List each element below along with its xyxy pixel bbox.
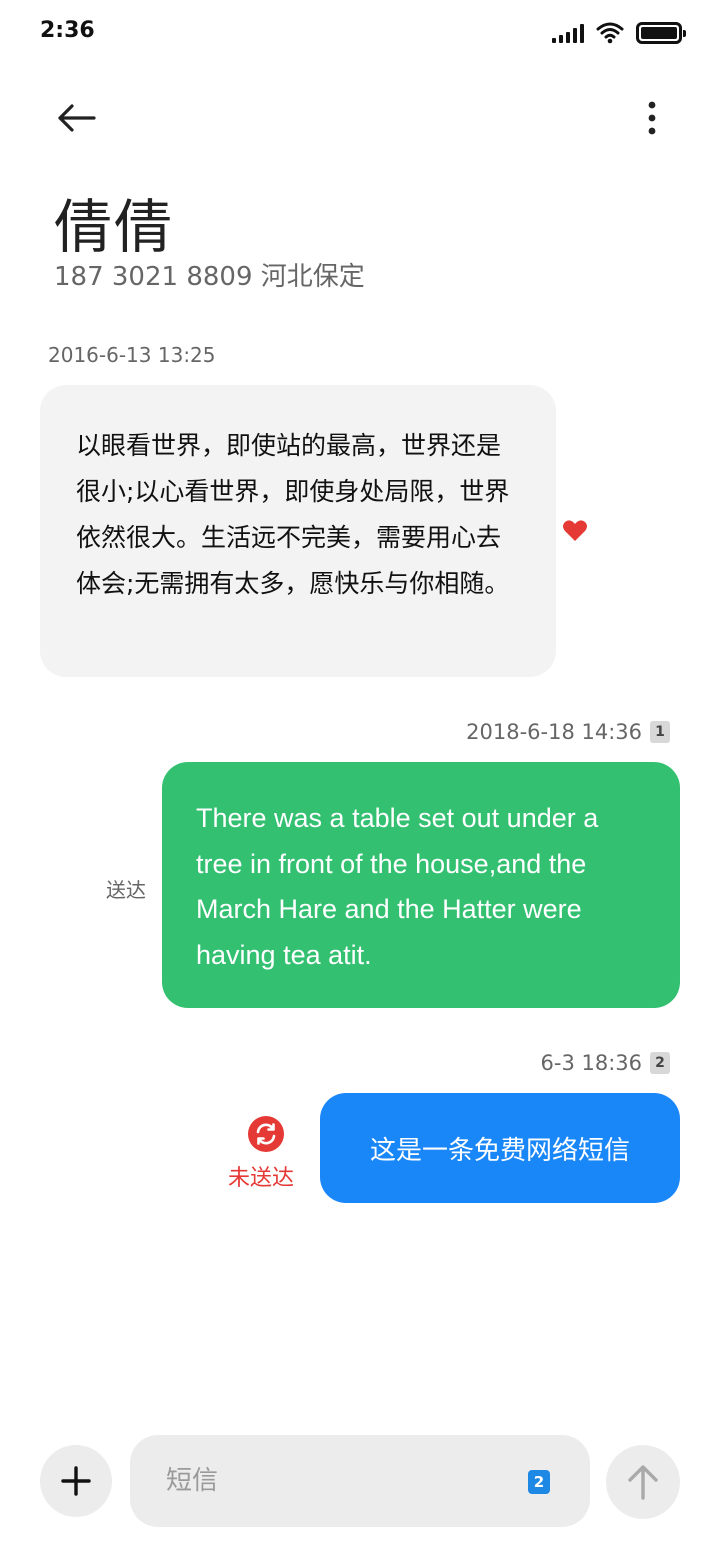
outgoing-message-bubble[interactable]: There was a table set out under a tree i… bbox=[162, 762, 680, 1008]
wifi-icon bbox=[596, 22, 624, 44]
add-attachment-button[interactable] bbox=[40, 1445, 112, 1517]
contact-name: 倩倩 bbox=[54, 193, 175, 261]
arrow-left-icon bbox=[58, 104, 96, 132]
sim-badge: 1 bbox=[650, 721, 670, 743]
message-text: 以眼看世界，即使站的最高，世界还是很小;以心看世界，即使身处局限，世界依然很大。… bbox=[76, 431, 510, 598]
sim-badge: 2 bbox=[650, 1052, 670, 1074]
heart-icon bbox=[563, 520, 587, 541]
delivery-failed-status: 未送达 bbox=[228, 1166, 295, 1191]
message-input[interactable] bbox=[166, 1457, 496, 1505]
more-options-button[interactable] bbox=[640, 96, 664, 140]
signal-icon bbox=[552, 23, 584, 43]
plus-icon bbox=[61, 1466, 91, 1496]
sim-selector-button[interactable]: 2 bbox=[528, 1470, 550, 1494]
message-timestamp: 6-3 18:36 bbox=[540, 1051, 643, 1075]
message-input-container: 2 bbox=[130, 1435, 590, 1527]
status-icons bbox=[552, 20, 686, 46]
incoming-message-bubble[interactable]: 以眼看世界，即使站的最高，世界还是很小;以心看世界，即使身处局限，世界依然很大。… bbox=[40, 385, 556, 677]
status-time: 2:36 bbox=[40, 18, 95, 43]
send-button[interactable] bbox=[606, 1445, 680, 1519]
message-timestamp: 2016-6-13 13:25 bbox=[48, 343, 216, 367]
contact-number-location: 187 3021 8809 河北保定 bbox=[54, 262, 365, 292]
battery-icon bbox=[636, 22, 686, 44]
message-text: 这是一条免费网络短信 bbox=[369, 1135, 630, 1166]
status-bar: 2:36 bbox=[0, 0, 720, 64]
message-text: There was a table set out under a tree i… bbox=[196, 803, 599, 970]
resend-icon[interactable] bbox=[248, 1116, 284, 1152]
back-button[interactable] bbox=[52, 96, 100, 140]
outgoing-message-bubble[interactable]: 这是一条免费网络短信 bbox=[320, 1093, 680, 1203]
delivery-status: 送达 bbox=[106, 878, 146, 902]
arrow-up-icon bbox=[628, 1465, 658, 1500]
message-timestamp-row: 2018-6-18 14:36 1 bbox=[466, 720, 670, 744]
more-vertical-icon bbox=[648, 101, 656, 135]
message-timestamp-row: 6-3 18:36 2 bbox=[540, 1051, 670, 1075]
message-timestamp: 2018-6-18 14:36 bbox=[466, 720, 642, 744]
